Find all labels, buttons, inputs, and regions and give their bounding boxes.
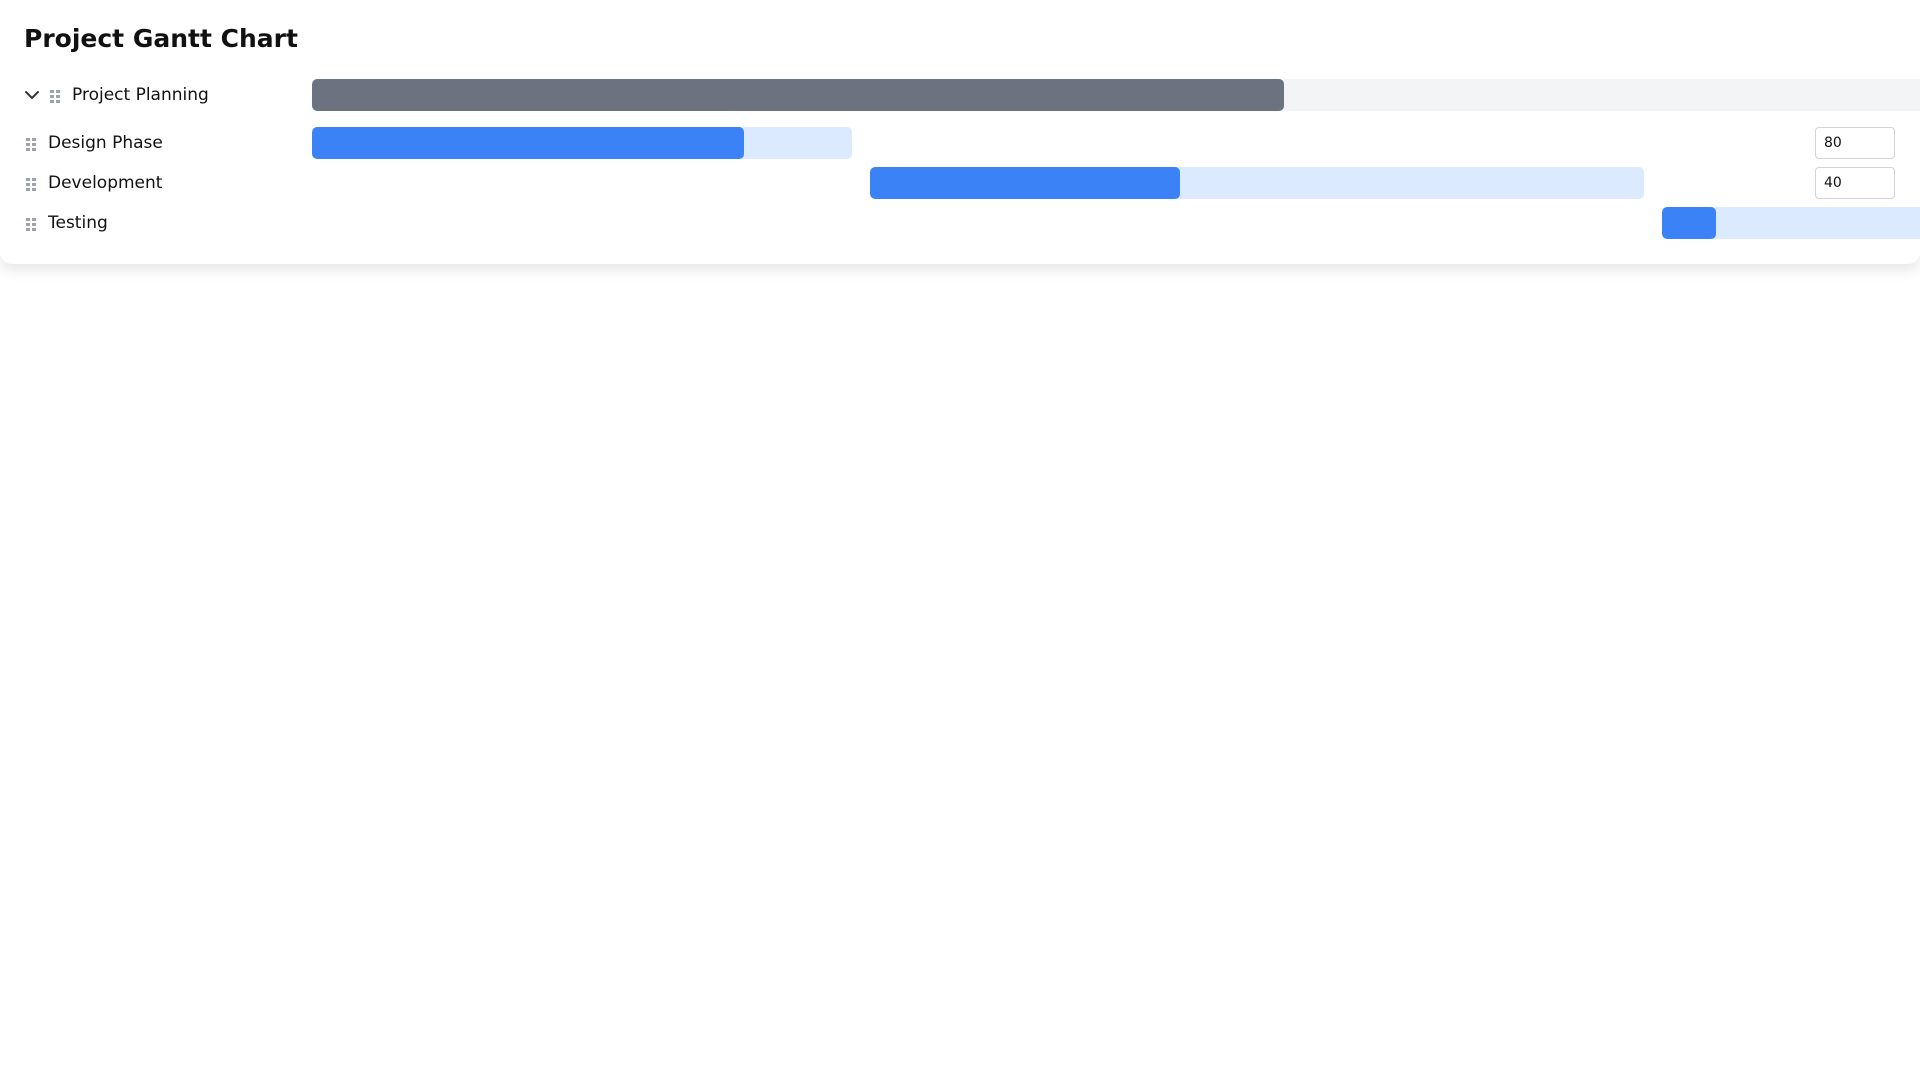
task-progress-bar[interactable] bbox=[870, 167, 1180, 199]
progress-input[interactable] bbox=[1815, 127, 1895, 159]
gantt-row-project-planning: Project Planning bbox=[0, 78, 1920, 112]
drag-handle-icon[interactable] bbox=[26, 177, 37, 191]
task-bar-track[interactable] bbox=[870, 167, 1644, 199]
drag-handle-icon[interactable] bbox=[26, 217, 37, 231]
task-bar-track[interactable] bbox=[312, 127, 852, 159]
task-progress-bar[interactable] bbox=[1662, 207, 1716, 239]
progress-input[interactable] bbox=[1815, 167, 1895, 199]
task-name: Design Phase bbox=[48, 133, 163, 153]
page-title: Project Gantt Chart bbox=[24, 24, 298, 53]
summary-bar-track[interactable] bbox=[312, 79, 1920, 111]
summary-bar[interactable] bbox=[312, 79, 1284, 111]
gantt-row-development: Development bbox=[0, 166, 1920, 200]
drag-handle-icon[interactable] bbox=[26, 137, 37, 151]
drag-handle-icon[interactable] bbox=[50, 89, 61, 103]
task-name: Testing bbox=[48, 213, 108, 233]
task-progress-bar[interactable] bbox=[312, 127, 744, 159]
task-name: Project Planning bbox=[72, 85, 209, 105]
task-bar-track[interactable] bbox=[1662, 207, 1920, 239]
gantt-card: Project Gantt Chart Project Planning Des… bbox=[0, 0, 1920, 264]
task-name: Development bbox=[48, 173, 163, 193]
chevron-down-icon[interactable] bbox=[24, 87, 40, 103]
gantt-row-design-phase: Design Phase bbox=[0, 126, 1920, 160]
gantt-row-testing: Testing bbox=[0, 206, 1920, 240]
